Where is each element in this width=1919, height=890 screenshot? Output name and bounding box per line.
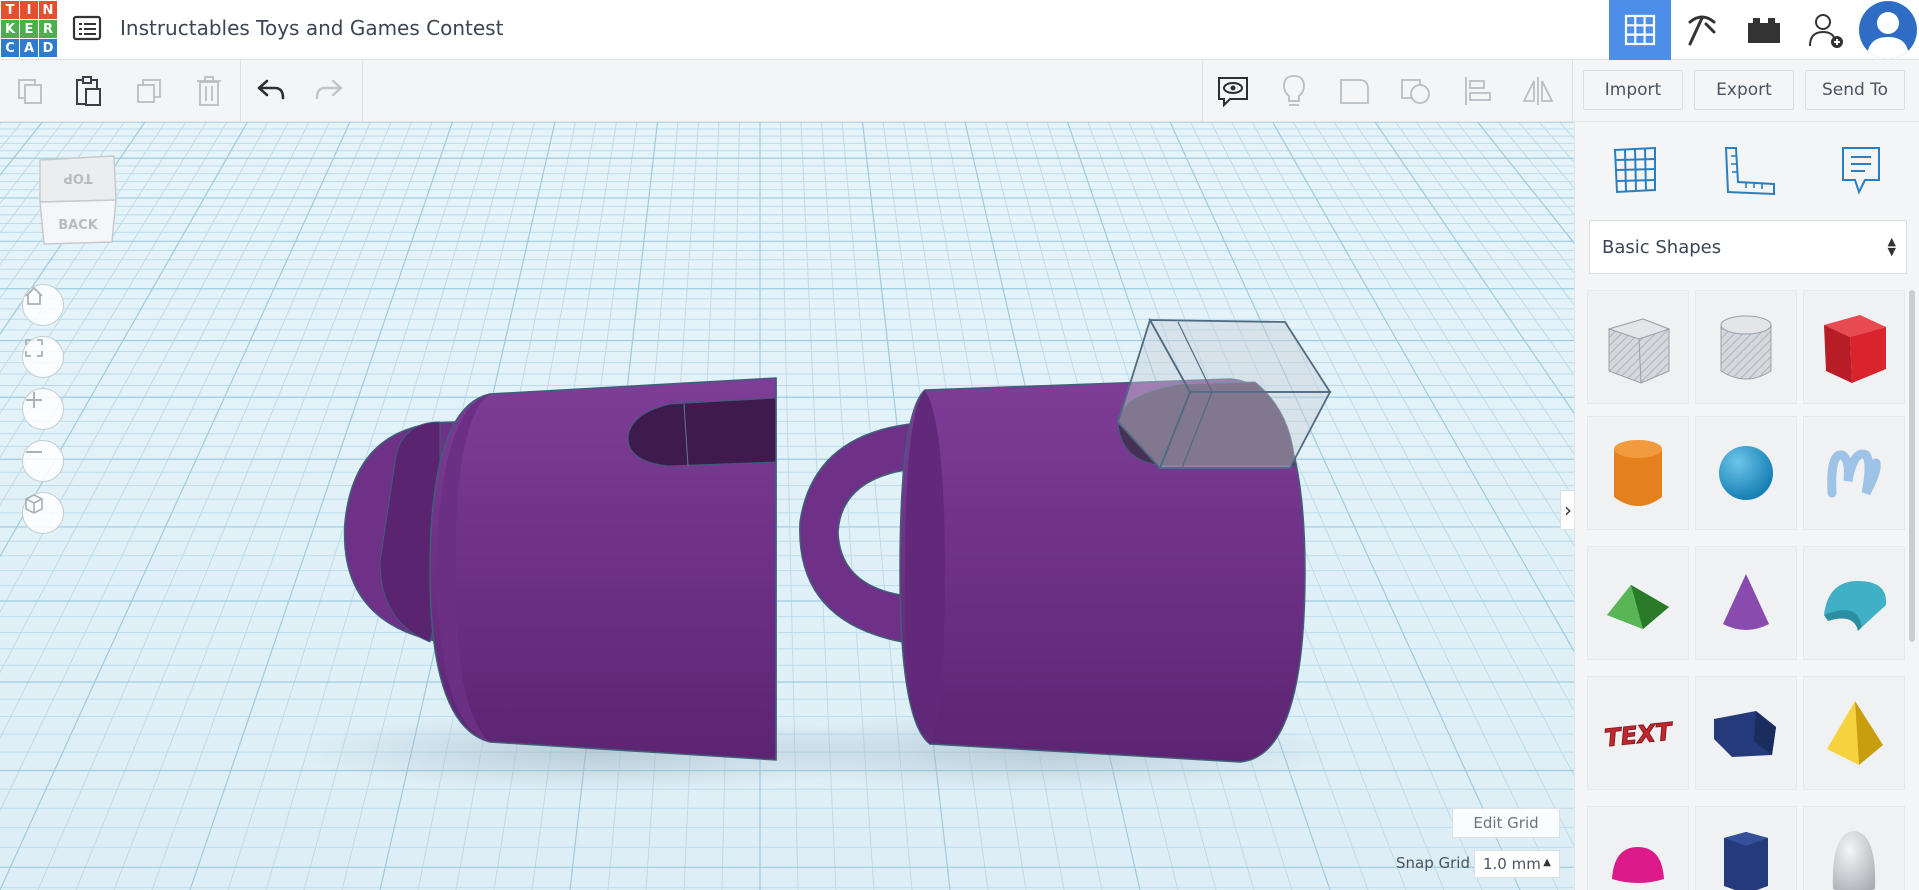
top-bar: TIN KER CAD Instructables Toys and Games C…: [0, 0, 1919, 60]
export-button[interactable]: Export: [1694, 70, 1794, 110]
shape-tile-text[interactable]: TEXT: [1587, 676, 1689, 790]
ungroup-icon[interactable]: [1396, 72, 1436, 110]
ruler-icon[interactable]: [1718, 140, 1778, 200]
shape-tile-cylinder-hole[interactable]: [1695, 290, 1797, 404]
codeblocks-icon[interactable]: [1671, 0, 1733, 60]
shape-tile-pyramid[interactable]: [1803, 676, 1905, 790]
view-cube[interactable]: TOP BACK: [36, 152, 120, 250]
design-list-icon[interactable]: [72, 14, 104, 44]
shape-tile-box-hole[interactable]: [1587, 290, 1689, 404]
view-switcher: [1609, 0, 1919, 60]
shape-tile-sphere[interactable]: [1695, 416, 1797, 530]
duplicate-icon[interactable]: [129, 72, 169, 110]
workplane-icon[interactable]: [1605, 140, 1665, 200]
import-button[interactable]: Import: [1583, 70, 1683, 110]
notes-icon[interactable]: [1831, 140, 1891, 200]
fit-view-icon[interactable]: [22, 336, 64, 378]
mirror-icon[interactable]: [1518, 72, 1558, 110]
viewcube-back-label: BACK: [58, 218, 99, 233]
collapse-panel-icon[interactable]: ›: [1560, 490, 1574, 530]
shape-tile-roof[interactable]: [1587, 546, 1689, 660]
shape-category-value: Basic Shapes: [1602, 236, 1722, 258]
shape-tile-box[interactable]: [1803, 290, 1905, 404]
send-to-button[interactable]: Send To: [1805, 70, 1905, 110]
viewcube-top-label: TOP: [63, 170, 92, 185]
edit-toolbar: Import Export Send To: [0, 60, 1919, 122]
invite-user-icon[interactable]: [1795, 0, 1857, 60]
shapes-panel: Basic Shapes ▲ ▼ TEXT: [1574, 122, 1919, 890]
logo-letter: I: [20, 1, 38, 19]
delete-icon[interactable]: [189, 72, 229, 110]
logo-letter: D: [39, 39, 57, 57]
redo-icon[interactable]: [309, 72, 349, 110]
light-bulb-icon[interactable]: [1274, 72, 1314, 110]
caret-up-icon: ▲: [1543, 857, 1551, 868]
snap-grid-select[interactable]: 1.0 mm ▲: [1474, 850, 1560, 878]
shape-tile-half-sphere[interactable]: [1587, 806, 1689, 890]
logo-letter: A: [20, 39, 38, 57]
group-icon[interactable]: [1335, 72, 1375, 110]
shape-category-select[interactable]: Basic Shapes ▲ ▼: [1589, 220, 1907, 274]
shape-tile-cylinder[interactable]: [1587, 416, 1689, 530]
zoom-in-icon[interactable]: [22, 388, 64, 430]
user-avatar-icon[interactable]: [1857, 0, 1919, 60]
design-title[interactable]: Instructables Toys and Games Contest: [120, 16, 503, 40]
logo-letter: E: [20, 20, 38, 38]
shape-tile-cone[interactable]: [1695, 546, 1797, 660]
snap-grid-value: 1.0 mm: [1483, 855, 1541, 873]
panel-scrollbar[interactable]: [1909, 290, 1915, 642]
hole-box[interactable]: [1116, 317, 1332, 470]
logo-letter: C: [1, 39, 19, 57]
logo-letter: N: [39, 1, 57, 19]
workplane-viewport[interactable]: TOP BACK Edit Grid Snap Grid 1.0 mm ▲ ›: [0, 122, 1574, 890]
svg-text:TEXT: TEXT: [1603, 717, 1674, 752]
home-view-icon[interactable]: [22, 284, 64, 326]
zoom-out-icon[interactable]: [22, 440, 64, 482]
copy-icon[interactable]: [10, 72, 50, 110]
shape-tile-scribble[interactable]: [1803, 416, 1905, 530]
logo-letter: T: [1, 1, 19, 19]
snap-grid-label: Snap Grid: [1396, 854, 1470, 872]
bricks-icon[interactable]: [1733, 0, 1795, 60]
logo-letter: K: [1, 20, 19, 38]
paste-icon[interactable]: [68, 72, 108, 110]
shape-tile-round-roof[interactable]: [1803, 546, 1905, 660]
align-icon[interactable]: [1457, 72, 1497, 110]
show-all-notes-icon[interactable]: [1213, 72, 1253, 110]
undo-icon[interactable]: [251, 72, 291, 110]
shape-tile-wedge[interactable]: [1695, 676, 1797, 790]
3d-scene[interactable]: [0, 122, 1574, 890]
shape-tile-paraboloid[interactable]: [1803, 806, 1905, 890]
logo-letter: R: [39, 20, 57, 38]
edit-grid-button[interactable]: Edit Grid: [1452, 808, 1560, 838]
perspective-icon[interactable]: [22, 492, 64, 534]
tinkercad-logo[interactable]: TIN KER CAD: [1, 1, 57, 57]
select-arrows-icon: ▲ ▼: [1887, 235, 1896, 258]
3d-design-icon[interactable]: [1609, 0, 1671, 60]
shape-tile-polygon[interactable]: [1695, 806, 1797, 890]
